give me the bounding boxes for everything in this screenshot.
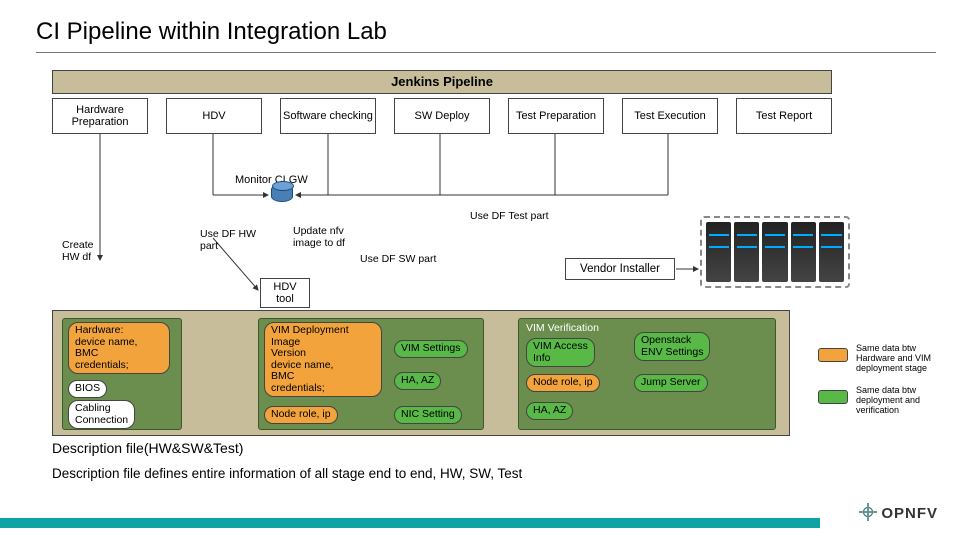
create-hw-df-label: Create HW df xyxy=(62,240,94,263)
chip-hardware: Hardware: device name, BMC credentials; xyxy=(68,322,170,374)
server-rack-icon xyxy=(819,222,844,282)
stage-sw-check: Software checking xyxy=(280,98,376,134)
stage-test-report: Test Report xyxy=(736,98,832,134)
chip-vim-deploy: VIM Deployment Image Version device name… xyxy=(264,322,382,397)
use-df-hw-label: Use DF HW part xyxy=(200,229,256,252)
use-df-sw-label: Use DF SW part xyxy=(360,254,436,266)
description-file-title: Description file(HW&SW&Test) xyxy=(52,440,243,456)
footer-bar xyxy=(0,518,820,528)
page-title: CI Pipeline within Integration Lab xyxy=(36,18,387,46)
legend-text-green: Same data btw deployment and verificatio… xyxy=(856,386,956,416)
legend-swatch-green xyxy=(818,390,848,404)
opnfv-logo-icon xyxy=(859,503,877,521)
description-file-desc: Description file defines entire informat… xyxy=(52,466,522,481)
hdv-tool-box: HDV tool xyxy=(260,278,310,308)
update-nfv-label: Update nfv image to df xyxy=(293,226,345,249)
server-rack-icon xyxy=(762,222,787,282)
server-rack-icon xyxy=(791,222,816,282)
chip-node-role-test: Node role, ip xyxy=(526,374,600,392)
title-underline xyxy=(36,52,936,53)
chip-node-role-sw: Node role, ip xyxy=(264,406,338,424)
chip-jump-server: Jump Server xyxy=(634,374,708,392)
chip-ha-az-sw: HA, AZ xyxy=(394,372,441,390)
pipeline-stages: Hardware Preparation HDV Software checki… xyxy=(52,98,832,134)
vim-verification-label: VIM Verification xyxy=(526,322,599,334)
server-rack-icon xyxy=(734,222,759,282)
database-icon xyxy=(271,184,293,202)
use-df-test-label: Use DF Test part xyxy=(470,211,549,223)
vendor-installer-box: Vendor Installer xyxy=(565,258,675,280)
opnfv-logo-text: OPNFV xyxy=(881,505,938,522)
stage-sw-deploy: SW Deploy xyxy=(394,98,490,134)
server-rack-icon xyxy=(706,222,731,282)
stage-hw-prep: Hardware Preparation xyxy=(52,98,148,134)
opnfv-logo: OPNFV xyxy=(859,503,938,522)
legend-text-orange: Same data btw Hardware and VIM deploymen… xyxy=(856,344,956,374)
stage-test-prep: Test Preparation xyxy=(508,98,604,134)
chip-cabling: Cabling Connection xyxy=(68,400,135,429)
chip-ha-az-test: HA, AZ xyxy=(526,402,573,420)
chip-nic-setting: NIC Setting xyxy=(394,406,462,424)
chip-vim-access: VIM Access Info xyxy=(526,338,595,367)
chip-vim-settings: VIM Settings xyxy=(394,340,468,358)
stage-test-exec: Test Execution xyxy=(622,98,718,134)
chip-openstack-env: Openstack ENV Settings xyxy=(634,332,710,361)
legend-swatch-orange xyxy=(818,348,848,362)
jenkins-pipeline-bar: Jenkins Pipeline xyxy=(52,70,832,94)
chip-bios: BIOS xyxy=(68,380,107,398)
server-rack-illustration xyxy=(700,216,850,288)
stage-hdv: HDV xyxy=(166,98,262,134)
